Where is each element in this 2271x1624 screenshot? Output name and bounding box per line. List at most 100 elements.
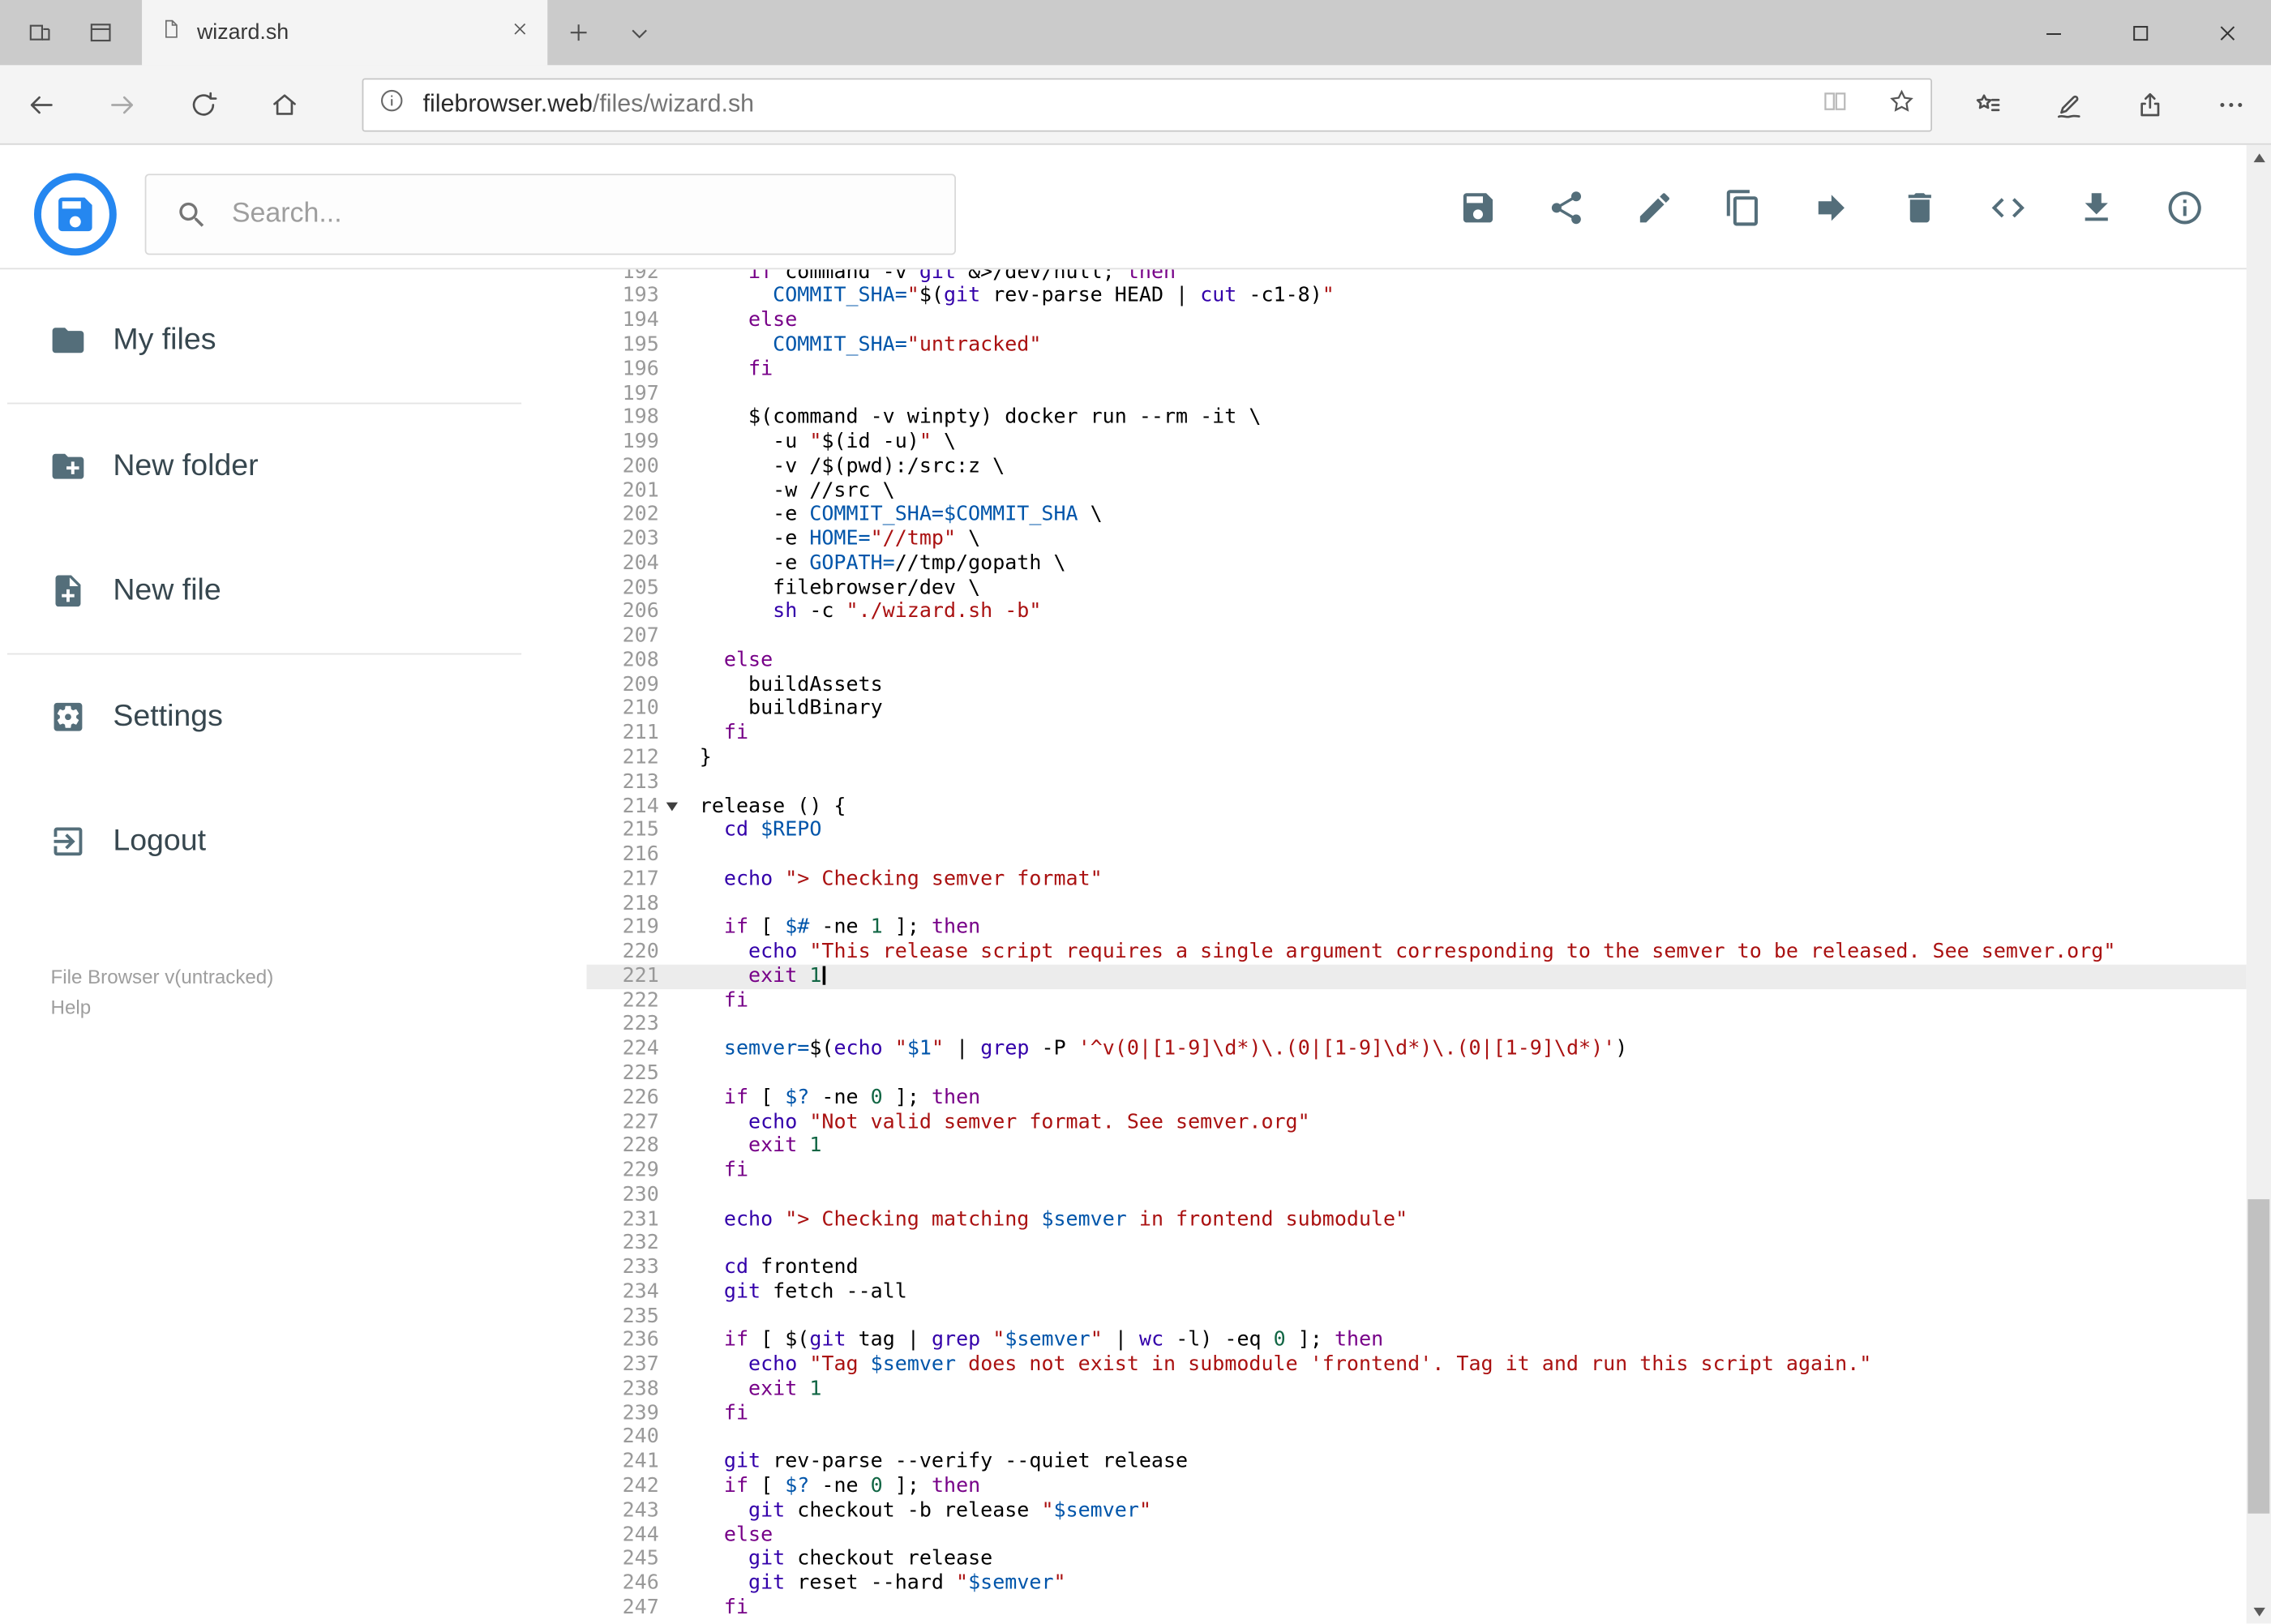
share-icon[interactable] [2109, 65, 2190, 143]
code-line[interactable]: 242 if [ $? -ne 0 ]; then [586, 1474, 2246, 1498]
app-logo[interactable] [33, 173, 118, 257]
forward-button[interactable] [81, 65, 162, 143]
code-editor[interactable]: 192 if command -v git &>/dev/null; then 1… [586, 269, 2247, 1624]
code-line[interactable]: 209 buildAssets [586, 673, 2246, 697]
code-line[interactable]: 244 else [586, 1523, 2246, 1547]
delete-icon[interactable] [1900, 187, 1939, 226]
code-line[interactable]: 229 fi [586, 1159, 2246, 1183]
back-button[interactable] [0, 65, 81, 143]
code-line[interactable]: 216 [586, 843, 2246, 868]
code-line[interactable]: 223 [586, 1013, 2246, 1037]
code-line[interactable]: 234 git fetch --all [586, 1280, 2246, 1305]
sidebar-item-settings[interactable]: Settings [0, 654, 586, 779]
reading-view-icon[interactable] [1820, 86, 1849, 122]
tab-preview-icon[interactable] [70, 0, 131, 65]
code-line[interactable]: 237 echo "Tag $semver does not exist in … [586, 1353, 2246, 1378]
address-bar[interactable]: filebrowser.web/files/wizard.sh [362, 77, 1932, 131]
search-input[interactable] [229, 196, 955, 232]
minimize-button[interactable] [2010, 0, 2097, 65]
code-line[interactable]: 204 -e GOPATH=//tmp/gopath \ [586, 551, 2246, 576]
code-line[interactable]: 218 [586, 892, 2246, 916]
code-line[interactable]: 215 cd $REPO [586, 819, 2246, 843]
info-icon[interactable] [2166, 187, 2205, 226]
download-icon[interactable] [2077, 187, 2116, 226]
web-notes-icon[interactable] [2028, 65, 2109, 143]
new-tab-button[interactable] [547, 0, 608, 65]
code-line[interactable]: 220 echo "This release script requires a… [586, 941, 2246, 965]
code-line[interactable]: 196 fi [586, 358, 2246, 382]
close-button[interactable] [2184, 0, 2271, 65]
code-line[interactable]: 202 -e COMMIT_SHA=$COMMIT_SHA \ [586, 503, 2246, 528]
sidebar-item-new-folder[interactable]: New folder [0, 404, 586, 529]
code-line[interactable]: 233 cd frontend [586, 1256, 2246, 1280]
fold-marker-icon[interactable] [666, 802, 679, 812]
code-line[interactable]: 192 if command -v git &>/dev/null; then [586, 269, 2246, 285]
browser-tab[interactable]: wizard.sh [142, 0, 548, 66]
scroll-down-icon[interactable] [2247, 1600, 2271, 1624]
code-line[interactable]: 208 else [586, 649, 2246, 673]
move-icon[interactable] [1812, 187, 1851, 226]
code-line[interactable]: 195 COMMIT_SHA="untracked" [586, 333, 2246, 358]
site-info-icon[interactable] [378, 87, 405, 122]
code-line[interactable]: 210 buildBinary [586, 697, 2246, 722]
scrollbar[interactable] [2246, 144, 2271, 1624]
code-line[interactable]: 243 git checkout -b release "$semver" [586, 1498, 2246, 1523]
code-line[interactable]: 235 [586, 1305, 2246, 1329]
maximize-button[interactable] [2097, 0, 2184, 65]
sidebar-item-new-file[interactable]: New file [0, 529, 586, 653]
code-line[interactable]: 241 git rev-parse --verify --quiet relea… [586, 1450, 2246, 1475]
code-line[interactable]: 221 exit 1 [586, 964, 2247, 989]
save-icon[interactable] [1459, 187, 1498, 226]
code-line[interactable]: 225 [586, 1061, 2246, 1086]
code-line[interactable]: 193 COMMIT_SHA="$(git rev-parse HEAD | c… [586, 285, 2246, 309]
code-line[interactable]: 228 exit 1 [586, 1134, 2246, 1159]
code-line[interactable]: 227 echo "Not valid semver format. See s… [586, 1110, 2246, 1134]
sidebar-item-my-files[interactable]: My files [0, 278, 586, 403]
code-line[interactable]: 197 [586, 382, 2246, 406]
code-line[interactable]: 245 git checkout release [586, 1547, 2246, 1571]
code-line[interactable]: 203 -e HOME="//tmp" \ [586, 527, 2246, 551]
code-line[interactable]: 246 git reset --hard "$semver" [586, 1571, 2246, 1596]
code-line[interactable]: 222 fi [586, 988, 2246, 1013]
code-line[interactable]: 217 echo "> Checking semver format" [586, 868, 2246, 892]
code-line[interactable]: 212} [586, 746, 2246, 770]
code-line[interactable]: 240 [586, 1426, 2246, 1450]
code-line[interactable]: 211 fi [586, 722, 2246, 746]
edit-icon[interactable] [1635, 187, 1674, 226]
favorites-hub-icon[interactable] [1947, 65, 2028, 143]
code-line[interactable]: 247 fi [586, 1596, 2246, 1620]
set-tabs-aside-icon[interactable] [9, 0, 70, 65]
code-line[interactable]: 199 -u "$(id -u)" \ [586, 431, 2246, 455]
code-line[interactable]: 213 [586, 770, 2246, 795]
code-icon[interactable] [1989, 187, 2028, 226]
code-line[interactable]: 194 else [586, 309, 2246, 333]
code-line[interactable]: 226 if [ $? -ne 0 ]; then [586, 1086, 2246, 1110]
help-link[interactable]: Help [51, 996, 92, 1018]
code-line[interactable]: 231 echo "> Checking matching $semver in… [586, 1207, 2246, 1232]
code-line[interactable]: 205 filebrowser/dev \ [586, 576, 2246, 600]
share-icon[interactable] [1547, 187, 1586, 226]
code-line[interactable]: 214 release () { [586, 795, 2246, 819]
code-line[interactable]: 239 fi [586, 1402, 2246, 1426]
code-line[interactable]: 200 -v /$(pwd):/src:z \ [586, 455, 2246, 479]
code-line[interactable]: 232 [586, 1232, 2246, 1256]
search-box[interactable] [144, 174, 956, 255]
code-line[interactable]: 201 -w //src \ [586, 479, 2246, 503]
tab-close-icon[interactable] [510, 19, 530, 46]
code-line[interactable]: 219 if [ $# -ne 1 ]; then [586, 916, 2246, 941]
code-line[interactable]: 206 sh -c "./wizard.sh -b" [586, 600, 2246, 624]
chevron-down-icon[interactable] [608, 0, 669, 65]
app-version-link[interactable]: File Browser v(untracked) [51, 966, 274, 988]
code-line[interactable]: 198 $(command -v winpty) docker run --rm… [586, 406, 2246, 431]
more-icon[interactable] [2190, 65, 2271, 143]
refresh-button[interactable] [162, 65, 243, 143]
sidebar-item-logout[interactable]: Logout [0, 779, 586, 904]
code-line[interactable]: 230 [586, 1183, 2246, 1207]
code-line[interactable]: 207 [586, 624, 2246, 649]
favorite-star-icon[interactable] [1888, 86, 1917, 122]
copy-icon[interactable] [1724, 187, 1763, 226]
code-line[interactable]: 224 semver=$(echo "$1" | grep -P '^v(0|[… [586, 1037, 2246, 1061]
code-line[interactable]: 238 exit 1 [586, 1378, 2246, 1402]
home-button[interactable] [243, 65, 324, 143]
scroll-up-icon[interactable] [2247, 145, 2271, 169]
